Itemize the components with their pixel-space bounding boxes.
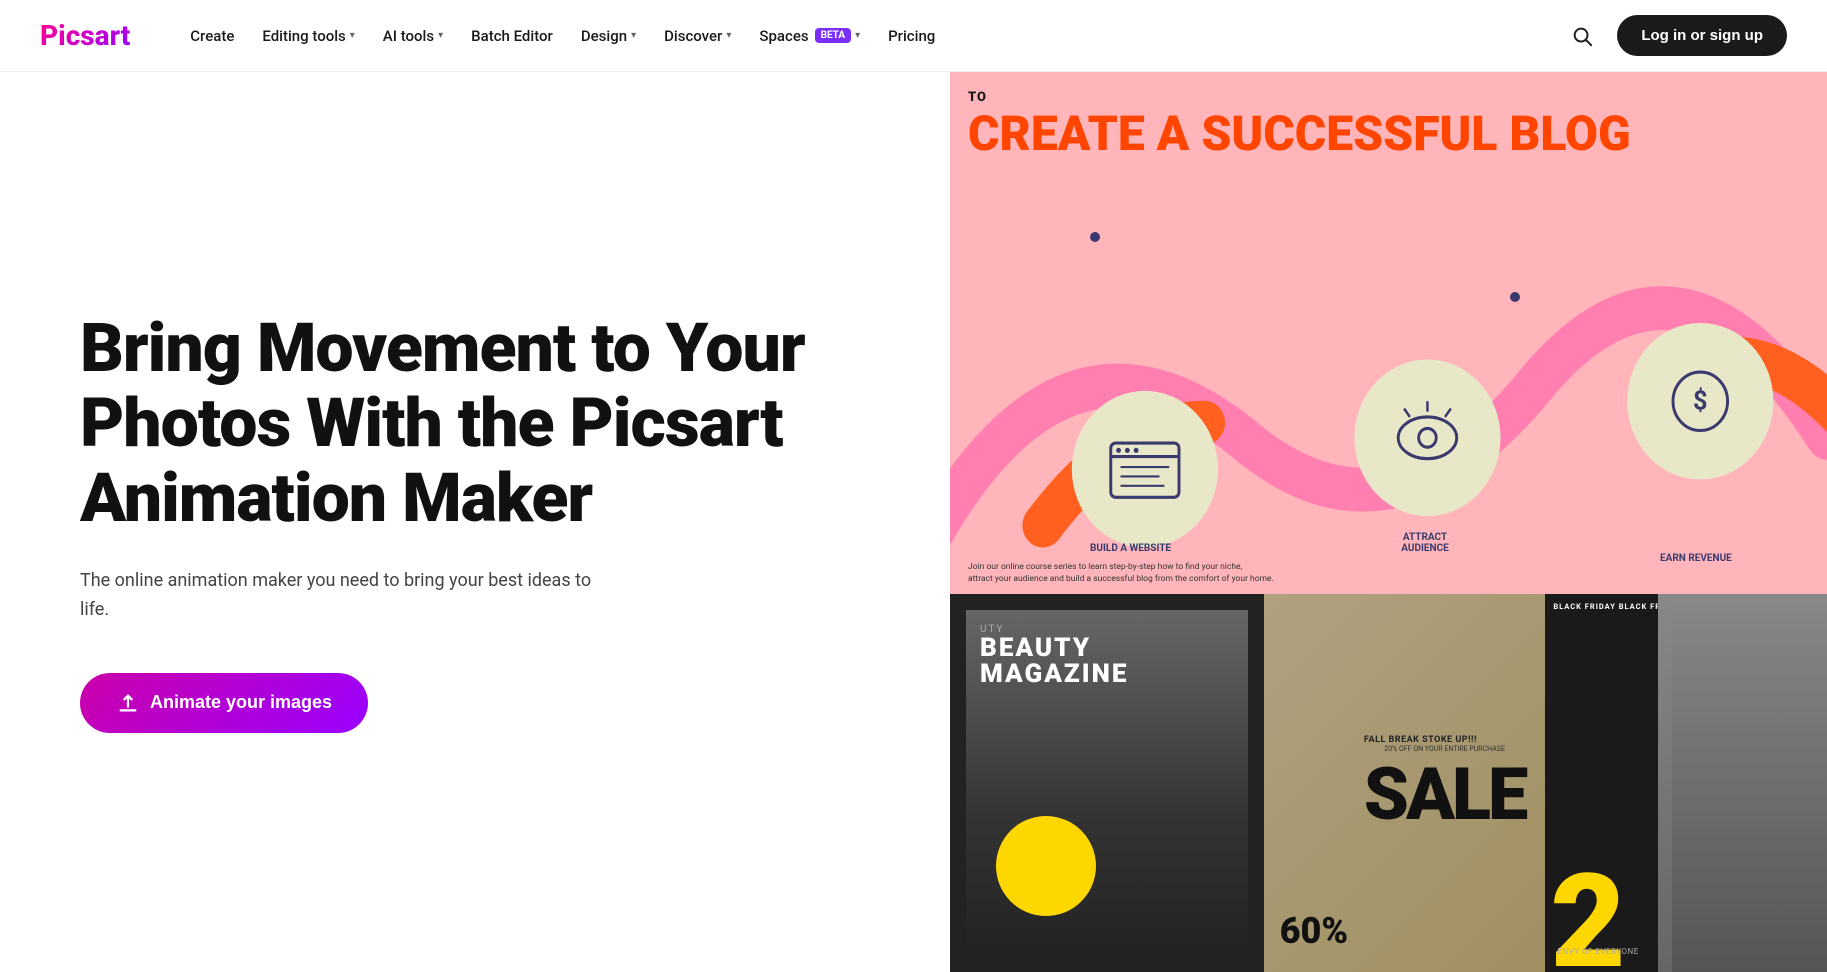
nav-item-discover[interactable]: Discover ▾ — [652, 19, 743, 53]
nav-item-pricing[interactable]: Pricing — [876, 19, 947, 53]
svg-text:$: $ — [1693, 385, 1708, 416]
envy-text: ENVY OF EVERYONE — [1557, 947, 1638, 956]
chevron-down-icon: ▾ — [350, 30, 355, 41]
image-collage: TO CREATE A SUCCESSFUL BLOG — [950, 72, 1827, 972]
logo-text: Picsart — [40, 19, 130, 52]
nav-label-design: Design — [581, 27, 627, 45]
sale-card: FALL BREAK STOKE UP!!! 20% OFF ON YOUR E… — [1264, 594, 1546, 972]
animate-button-label: Animate your images — [150, 692, 332, 713]
blog-description: Join our online course series to learn s… — [968, 562, 1809, 586]
magazine-yellow-circle — [996, 816, 1096, 916]
step-label-1: BUILD A WEBSITE — [1090, 543, 1171, 554]
nav-label-create: Create — [190, 27, 234, 45]
nav-label-pricing: Pricing — [888, 27, 935, 45]
step-label-2: ATTRACT AUDIENCE — [1380, 532, 1470, 554]
upload-icon — [116, 691, 140, 715]
collage-top: TO CREATE A SUCCESSFUL BLOG — [950, 72, 1827, 594]
nav-label-ai-tools: AI tools — [383, 27, 434, 45]
nav-right: Log in or sign up — [1563, 15, 1787, 56]
blog-title: TO CREATE A SUCCESSFUL BLOG — [968, 90, 1809, 159]
chevron-down-icon: ▾ — [438, 30, 443, 41]
hero-right: TO CREATE A SUCCESSFUL BLOG — [950, 72, 1827, 972]
hero-subtitle: The online animation maker you need to b… — [80, 567, 600, 625]
search-button[interactable] — [1563, 17, 1601, 55]
hero-title: Bring Movement to Your Photos With the P… — [80, 311, 890, 535]
magazine-title: BEAUTY MAGAZINE — [980, 635, 1248, 687]
nav-item-ai-tools[interactable]: AI tools ▾ — [371, 19, 455, 53]
magazine-overlay: uTY BEAUTY MAGAZINE — [966, 610, 1248, 956]
search-icon — [1571, 25, 1593, 47]
sale-label: SALE — [1364, 759, 1525, 831]
nav-label-spaces: Spaces — [759, 27, 808, 45]
sale-text-overlay: FALL BREAK STOKE UP!!! 20% OFF ON YOUR E… — [1364, 735, 1525, 831]
blog-title-text: CREATE A SUCCESSFUL BLOG — [968, 109, 1809, 159]
hero-left: Bring Movement to Your Photos With the P… — [0, 72, 950, 972]
nav-item-create[interactable]: Create — [178, 19, 246, 53]
nav-label-editing-tools: Editing tools — [262, 27, 345, 45]
nav-item-spaces[interactable]: Spaces BETA ▾ — [747, 19, 872, 53]
sale-discount: 60% — [1280, 910, 1348, 952]
chevron-down-icon: ▾ — [726, 30, 731, 41]
sale-promo-text: FALL BREAK STOKE UP!!! — [1364, 735, 1525, 745]
nav-label-batch-editor: Batch Editor — [471, 27, 553, 45]
chevron-down-icon: ▾ — [855, 30, 860, 41]
logo[interactable]: Picsart — [40, 19, 130, 52]
login-button[interactable]: Log in or sign up — [1617, 15, 1787, 56]
nav-item-design[interactable]: Design ▾ — [569, 19, 648, 53]
magazine-card: uTY BEAUTY MAGAZINE — [950, 594, 1264, 972]
beta-badge: BETA — [815, 28, 852, 43]
nav-item-batch-editor[interactable]: Batch Editor — [459, 19, 565, 53]
animate-button[interactable]: Animate your images — [80, 673, 368, 733]
blackfriday-card: BLACK FRIDAY BLACK FRIDAY 2 ENVY OF EVER… — [1545, 594, 1827, 972]
magazine-text-overlay: uTY BEAUTY MAGAZINE — [980, 624, 1248, 687]
collage-bottom: uTY BEAUTY MAGAZINE FALL BREAK STOKE UP!… — [950, 594, 1827, 972]
navigation: Picsart Create Editing tools ▾ AI tools … — [0, 0, 1827, 72]
main-content: Bring Movement to Your Photos With the P… — [0, 72, 1827, 972]
chevron-down-icon: ▾ — [631, 30, 636, 41]
nav-label-discover: Discover — [664, 27, 722, 45]
nav-item-editing-tools[interactable]: Editing tools ▾ — [250, 19, 366, 53]
bf-person-silhouette — [1672, 594, 1827, 972]
nav-links: Create Editing tools ▾ AI tools ▾ Batch … — [178, 19, 1563, 53]
